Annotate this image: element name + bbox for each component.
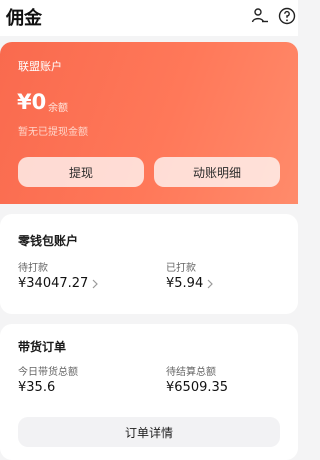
chevron-right-icon xyxy=(92,279,99,289)
paid-value-link[interactable]: ¥5.94 xyxy=(166,276,214,291)
withdrawn-note: 暂无已提现金额 xyxy=(18,127,88,138)
alliance-account-card: 联盟账户 ¥0 余额 暂无已提现金额 提现 动账明细 xyxy=(0,42,298,204)
account-statement-button-label: 动账明细 xyxy=(192,165,241,180)
help-icon[interactable] xyxy=(278,7,296,25)
withdraw-button-label: 提现 xyxy=(68,165,93,180)
sales-orders-title: 带货订单 xyxy=(18,340,67,354)
user-settings-icon[interactable] xyxy=(251,7,269,25)
chevron-right-icon xyxy=(207,279,214,289)
pending-settlement-label: 待结算总额 xyxy=(166,367,216,378)
pending-payment-value-link[interactable]: ¥34047.27 xyxy=(18,276,99,291)
wallet-account-card: 零钱包账户 待打款 ¥34047.27 已打款 ¥5.94 xyxy=(0,214,298,314)
alliance-account-label: 联盟账户 xyxy=(18,60,62,73)
paid-value: ¥5.94 xyxy=(166,276,204,291)
withdraw-button[interactable]: 提现 xyxy=(18,157,144,187)
today-sales-value: ¥35.6 xyxy=(18,380,56,395)
account-statement-button[interactable]: 动账明细 xyxy=(154,157,280,187)
paid-label: 已打款 xyxy=(166,263,196,274)
order-details-button-label: 订单详情 xyxy=(124,425,173,440)
today-sales-label: 今日带货总额 xyxy=(18,367,78,378)
top-bar: 佣金 xyxy=(0,0,298,36)
page-title: 佣金 xyxy=(6,8,42,29)
sales-orders-card: 带货订单 今日带货总额 ¥35.6 待结算总额 ¥6509.35 订单详情 xyxy=(0,324,298,460)
pending-payment-label: 待打款 xyxy=(18,263,48,274)
pending-payment-value: ¥34047.27 xyxy=(18,276,89,291)
balance-amount: ¥0 xyxy=(17,90,47,114)
pending-settlement-value: ¥6509.35 xyxy=(166,380,229,395)
balance-label: 余额 xyxy=(48,103,68,114)
wallet-account-title: 零钱包账户 xyxy=(18,234,79,248)
order-details-button[interactable]: 订单详情 xyxy=(18,417,280,447)
